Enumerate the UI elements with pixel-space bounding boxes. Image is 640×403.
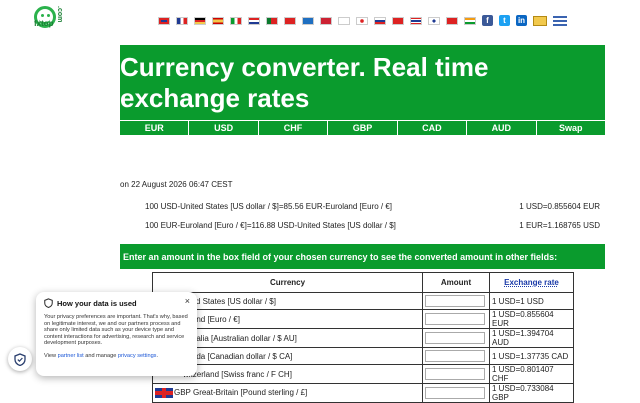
privacy-body: Your privacy preferences are important. … xyxy=(44,314,188,347)
converter-table: Currency Amount Exchange rate nited Stat… xyxy=(152,272,574,403)
mail-icon[interactable] xyxy=(533,15,547,26)
language-flags: f t in xyxy=(158,15,567,26)
currency-cell: GBP Great-Britain [Pound sterling / £] xyxy=(174,388,308,398)
tab-swap[interactable]: Swap xyxy=(535,121,605,135)
table-row: anada [Canadian dollar / $ CA] 1 USD=1.3… xyxy=(152,347,574,365)
tab-usd[interactable]: USD xyxy=(188,121,257,135)
flag-japan-icon[interactable] xyxy=(356,16,368,25)
tab-cad[interactable]: CAD xyxy=(396,121,466,135)
flag-norway-icon[interactable] xyxy=(320,16,332,25)
shield-icon xyxy=(44,298,53,308)
rate-value-usd-eur: 1 USD=0.855604 EUR xyxy=(519,202,600,211)
logo-suffix: .com xyxy=(56,6,63,23)
flag-netherlands-icon[interactable] xyxy=(248,16,260,25)
tab-aud[interactable]: AUD xyxy=(466,121,535,135)
flag-sweden-icon[interactable] xyxy=(302,16,314,25)
flag-germany-icon[interactable] xyxy=(194,16,206,25)
currency-tabs: EUR USD CHF GBP CAD AUD Swap xyxy=(120,121,605,135)
flag-finland-icon[interactable] xyxy=(338,16,350,25)
tab-gbp[interactable]: GBP xyxy=(327,121,396,135)
privacy-footer: View partner list and manage privacy set… xyxy=(44,352,159,359)
table-row: nited States [US dollar / $] 1 USD=1 USD xyxy=(152,292,574,310)
facebook-icon[interactable]: f xyxy=(482,15,493,26)
menu-icon[interactable] xyxy=(553,15,567,26)
amount-input-chf[interactable] xyxy=(425,368,485,380)
header-amount: Amount xyxy=(422,272,490,293)
flag-india-icon[interactable] xyxy=(464,16,476,25)
amount-input-gbp[interactable] xyxy=(425,387,485,399)
twitter-icon[interactable]: t xyxy=(499,15,510,26)
rate-value-eur-usd: 1 EUR=1.168765 USD xyxy=(519,221,600,230)
tab-chf[interactable]: CHF xyxy=(257,121,327,135)
table-row: roland [Euro / €] 1 USD=0.855604 EUR xyxy=(152,309,574,329)
flag-russia-icon[interactable] xyxy=(374,16,386,25)
flag-uk-icon[interactable] xyxy=(158,16,170,25)
amount-input-eur[interactable] xyxy=(425,313,485,325)
partner-list-link[interactable]: partner list xyxy=(58,353,84,359)
table-header: Currency Amount Exchange rate xyxy=(152,272,574,293)
rate-cell: 1 USD=0.855604 EUR xyxy=(489,309,574,329)
privacy-title: How your data is used xyxy=(57,298,137,308)
privacy-settings-link[interactable]: privacy settings xyxy=(118,353,157,359)
linkedin-icon[interactable]: in xyxy=(516,15,527,26)
flag-china-icon[interactable] xyxy=(392,16,404,25)
table-row: ustralia [Australian dollar / $ AU] 1 US… xyxy=(152,328,574,348)
flag-denmark-icon[interactable] xyxy=(284,16,296,25)
rate-line-usd-eur: 100 USD-United States [US dollar / $]=85… xyxy=(145,202,393,211)
close-icon[interactable]: × xyxy=(185,296,190,306)
exchange-rate-link[interactable]: Exchange rate xyxy=(504,278,559,287)
shield-icon xyxy=(14,352,26,366)
header-exchange-rate[interactable]: Exchange rate xyxy=(489,272,574,293)
page-title: Currency converter. Real time exchange r… xyxy=(120,45,605,120)
privacy-shield-button[interactable] xyxy=(8,347,32,371)
header-currency: Currency xyxy=(152,272,423,293)
flag-thailand-icon[interactable] xyxy=(410,16,422,25)
logo-text: fxtop xyxy=(34,19,54,28)
flag-italy-icon[interactable] xyxy=(230,16,242,25)
amount-input-cad[interactable] xyxy=(425,350,485,362)
rate-line-eur-usd: 100 EUR-Euroland [Euro / €]=116.88 USD-U… xyxy=(145,221,396,230)
privacy-notice: How your data is used × Your privacy pre… xyxy=(36,292,197,376)
rate-date: on 22 August 2026 06:47 CEST xyxy=(120,180,233,189)
tab-eur[interactable]: EUR xyxy=(120,121,188,135)
amount-input-aud[interactable] xyxy=(425,332,485,344)
rate-cell: 1 USD=1.37735 CAD xyxy=(489,347,574,365)
flag-gb-icon xyxy=(155,388,173,398)
flag-spain-icon[interactable] xyxy=(212,16,224,25)
rate-cell: 1 USD=1.394704 AUD xyxy=(489,328,574,348)
amount-input-usd[interactable] xyxy=(425,295,485,307)
instructions: Enter an amount in the box field of your… xyxy=(120,244,605,269)
flag-turkey-icon[interactable] xyxy=(446,16,458,25)
flag-korea-icon[interactable] xyxy=(428,16,440,25)
flag-france-icon[interactable] xyxy=(176,16,188,25)
flag-portugal-icon[interactable] xyxy=(266,16,278,25)
rate-cell: 1 USD=1 USD xyxy=(489,292,574,310)
rate-cell: 1 USD=0.801407 CHF xyxy=(489,364,574,384)
table-row: witzerland [Swiss franc / F CH] 1 USD=0.… xyxy=(152,364,574,384)
